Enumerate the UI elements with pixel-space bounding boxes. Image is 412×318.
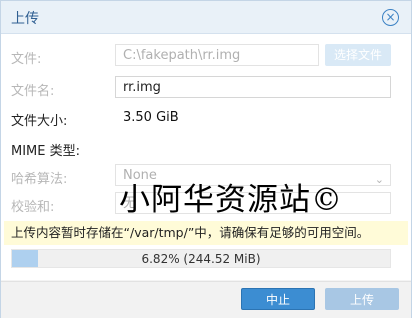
filename-input[interactable]: rr.img bbox=[115, 76, 391, 98]
close-icon[interactable]: × bbox=[382, 9, 399, 26]
dialog-title: 上传 bbox=[11, 11, 39, 27]
watermark-text: 小阿华资源站© bbox=[119, 182, 343, 218]
progress-text: 6.82% (244.52 MiB) bbox=[141, 252, 261, 266]
file-label: 文件: bbox=[11, 52, 42, 67]
filename-label: 文件名: bbox=[11, 84, 55, 99]
dialog-footer: 中止 上传 bbox=[1, 281, 411, 318]
storage-notice: 上传内容暂时存储在“/var/tmp/”中，请确保有足够的可用空间。 bbox=[4, 221, 408, 245]
upload-dialog: 上传 × 文件: C:\fakepath\rr.img 选择文件 文件名: rr… bbox=[0, 0, 412, 318]
file-path-field: C:\fakepath\rr.img bbox=[115, 44, 319, 66]
filesize-row: 文件大小: 3.50 GiB bbox=[11, 106, 403, 130]
dialog-body: 文件: C:\fakepath\rr.img 选择文件 文件名: rr.img … bbox=[1, 34, 411, 280]
hash-label: 哈希算法: bbox=[11, 172, 68, 187]
filesize-label: 文件大小: bbox=[11, 114, 68, 129]
dialog-titlebar: 上传 × bbox=[1, 1, 411, 34]
mime-row: MIME 类型: bbox=[11, 136, 403, 160]
chevron-down-icon: ⌄ bbox=[374, 173, 384, 186]
filesize-value: 3.50 GiB bbox=[123, 110, 179, 125]
abort-button[interactable]: 中止 bbox=[241, 288, 315, 310]
checksum-label: 校验和: bbox=[11, 200, 55, 215]
filename-row: 文件名: rr.img bbox=[11, 76, 403, 100]
choose-file-button: 选择文件 bbox=[325, 44, 391, 66]
upload-progress-bar: 6.82% (244.52 MiB) bbox=[11, 249, 391, 268]
file-row: 文件: C:\fakepath\rr.img 选择文件 bbox=[11, 44, 403, 68]
mime-label: MIME 类型: bbox=[11, 144, 80, 159]
upload-button: 上传 bbox=[325, 288, 399, 310]
